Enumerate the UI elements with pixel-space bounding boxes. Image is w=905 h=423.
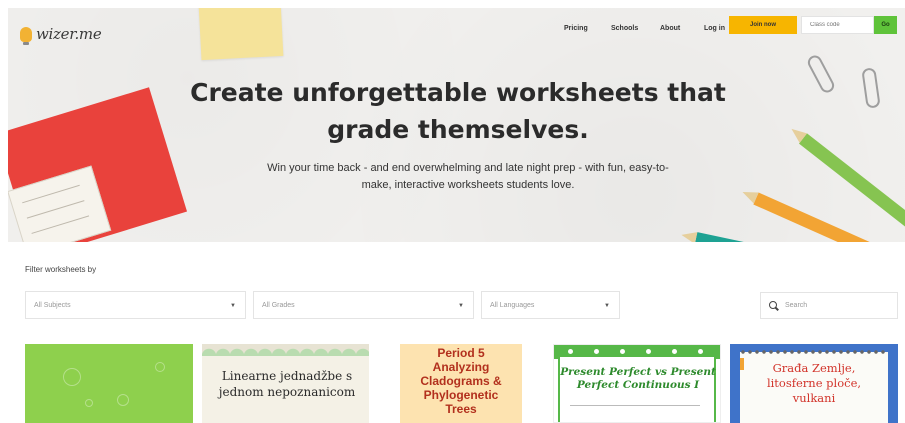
hero-sub-line2: make, interactive worksheets students lo… (361, 179, 575, 191)
card-title-line: Građa Zemlje, (772, 361, 856, 375)
card-title-line: Phylogenetic (423, 388, 499, 402)
class-code-input[interactable] (801, 16, 874, 34)
clock-icon (63, 368, 81, 386)
go-button[interactable]: Go (874, 16, 897, 34)
logo-text: wizer.me (36, 25, 102, 43)
grades-select-value: All Grades (262, 302, 295, 309)
nav-pricing[interactable]: Pricing (564, 25, 588, 32)
card-title: Građa Zemlje, litosferne ploče, vulkani (740, 361, 888, 406)
card-title-line: Perfect Continuous I (576, 379, 700, 391)
search-placeholder: Search (785, 302, 808, 309)
nav-schools[interactable]: Schools (611, 25, 638, 32)
hero-headline-line1: Create unforgettable worksheets that (190, 78, 726, 107)
hero-sub-line1: Win your time back - and end overwhelmin… (267, 162, 669, 174)
hero-subheadline: Win your time back - and end overwhelmin… (251, 160, 685, 194)
join-now-button[interactable]: Join now (729, 16, 797, 34)
worksheet-card[interactable]: Građa Zemlje, litosferne ploče, vulkani (730, 344, 898, 423)
worksheet-card[interactable]: Present Perfect vs Present Perfect Conti… (553, 344, 721, 423)
filter-label: Filter worksheets by (25, 265, 97, 274)
chevron-down-icon: ▼ (458, 303, 464, 309)
card-title-line: jednom nepoznanicom (218, 385, 356, 399)
nav-login[interactable]: Log in (704, 25, 725, 32)
card-title: Period 5 Analyzing Cladograms & Phylogen… (400, 346, 522, 416)
card-title: Present Perfect vs Present Perfect Conti… (560, 366, 716, 392)
worksheet-card[interactable]: Linearne jednadžbe s jednom nepoznanicom (202, 344, 369, 423)
card-title-line: litosferne ploče, (766, 376, 862, 390)
circle-icon (85, 399, 93, 407)
card-divider (570, 405, 700, 406)
hero-headline-line2: grade themselves. (327, 115, 589, 144)
worksheet-card[interactable]: Period 5 Analyzing Cladograms & Phylogen… (378, 344, 546, 423)
chevron-down-icon: ▼ (230, 303, 236, 309)
hero-section: wizer.me Pricing Schools About Log in Cr… (8, 8, 905, 242)
nav-about[interactable]: About (660, 25, 680, 32)
card-banner (202, 344, 369, 356)
logo[interactable]: wizer.me (20, 25, 102, 45)
card-title-line: Present Perfect vs Present (560, 366, 716, 378)
card-title-line: vulkani (792, 391, 836, 405)
card-title-line: Linearne jednadžbe s (221, 369, 353, 383)
lightbulb-icon (20, 26, 32, 45)
subjects-select[interactable]: All Subjects ▼ (25, 291, 246, 319)
subjects-select-value: All Subjects (34, 302, 71, 309)
notebook-pages (8, 165, 112, 242)
card-title: Linearne jednadžbe s jednom nepoznanicom (212, 368, 362, 400)
card-title-line: Period 5 (437, 346, 485, 360)
languages-select[interactable]: All Languages ▼ (481, 291, 620, 319)
circle-icon (155, 362, 165, 372)
circle-icon (117, 394, 129, 406)
hero-headline: Create unforgettable worksheets that gra… (158, 74, 758, 148)
grades-select[interactable]: All Grades ▼ (253, 291, 474, 319)
card-title-line: Analyzing (432, 360, 490, 374)
search-icon (769, 301, 777, 309)
worksheet-card[interactable] (25, 344, 193, 423)
search-input[interactable]: Search (760, 292, 898, 319)
notebook-rings (740, 350, 888, 354)
card-title-line: Cladograms & (420, 374, 502, 388)
card-title-line: Trees (445, 402, 477, 416)
chevron-down-icon: ▼ (604, 303, 610, 309)
sticky-note-decoration (198, 8, 284, 61)
languages-select-value: All Languages (490, 302, 535, 309)
